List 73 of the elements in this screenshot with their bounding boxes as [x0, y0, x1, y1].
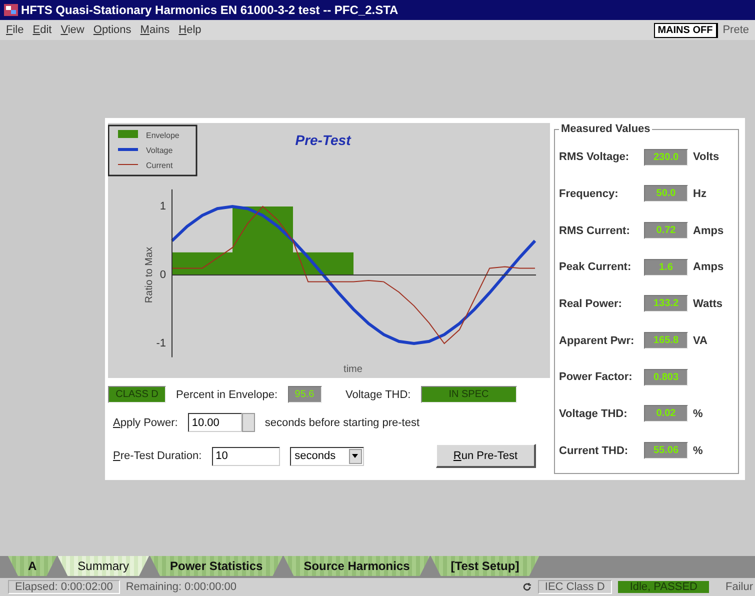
menu-item[interactable]: Options: [93, 24, 132, 36]
measure-value: 0.803: [644, 368, 688, 386]
apply-power-label: Apply Power:: [113, 416, 178, 428]
measure-unit: Amps: [693, 261, 725, 274]
measure-unit: %: [693, 408, 704, 420]
duration-label: Pre-Test Duration:: [113, 450, 202, 462]
tab[interactable]: Power Statistics: [150, 556, 283, 576]
percent-label: Percent in Envelope:: [176, 388, 278, 400]
y-tick-label: 0: [160, 269, 166, 281]
measure-unit: Hz: [693, 188, 708, 200]
y-tick-label: -1: [156, 338, 166, 350]
menu-item[interactable]: Edit: [32, 24, 52, 36]
measure-unit: Amps: [693, 224, 725, 237]
measure-label: Power Factor:: [559, 371, 634, 384]
legend-label: Voltage: [146, 146, 173, 155]
spin-buttons[interactable]: [242, 413, 255, 432]
measure-unit: Volts: [693, 151, 720, 164]
measure-value: 55.06: [644, 442, 688, 460]
class-status: IEC Class D: [538, 580, 612, 594]
apply-power-field[interactable]: 10.00: [188, 413, 242, 432]
tab[interactable]: Summary: [58, 556, 150, 576]
measure-label: RMS Current:: [559, 224, 631, 237]
measure-label: Apparent Pwr:: [559, 334, 636, 347]
measure-unit: Watts: [693, 298, 724, 310]
measure-value: 230.0: [644, 148, 688, 166]
run-pretest-button[interactable]: Run Pre-Test: [436, 444, 536, 468]
failure-status: Failur: [724, 581, 753, 593]
thd-indicator: IN SPEC: [420, 386, 517, 403]
measure-label: Current THD:: [559, 444, 630, 457]
apply-power-suffix: seconds before starting pre-test: [264, 416, 420, 428]
group-title: Measured Values: [560, 123, 652, 135]
measure-value: 50.0: [644, 185, 688, 202]
menu-item[interactable]: View: [60, 24, 84, 36]
remaining-time: Remaining: 0:00:00:00: [126, 581, 237, 593]
y-axis-label: Ratio to Max: [144, 246, 155, 304]
measure-label: Peak Current:: [559, 261, 632, 274]
duration-field[interactable]: 10: [212, 446, 280, 466]
y-tick-label: 1: [160, 200, 166, 212]
measure-unit: %: [693, 444, 704, 457]
dropdown-arrow-icon: [352, 454, 358, 458]
measure-label: RMS Voltage:: [559, 151, 630, 164]
menu-item[interactable]: File: [6, 24, 24, 36]
thd-label: Voltage THD:: [346, 388, 411, 400]
legend-label: Current: [146, 161, 173, 170]
mains-button[interactable]: MAINS OFF: [654, 22, 718, 38]
legend-swatch: [118, 148, 138, 151]
chart-title: Pre-Test: [295, 132, 351, 148]
tab[interactable]: A: [8, 556, 57, 576]
run-state: Idle, PASSED: [618, 581, 710, 593]
tab[interactable]: Source Harmonics: [284, 556, 430, 576]
class-indicator: CLASS D: [108, 386, 166, 403]
legend-swatch: [118, 130, 138, 138]
menu-item[interactable]: Mains: [140, 24, 170, 36]
app-icon: [4, 4, 18, 16]
legend-label: Envelope: [146, 131, 180, 140]
elapsed-time: Elapsed: 0:00:02:00: [8, 580, 120, 594]
measure-label: Real Power:: [559, 298, 623, 310]
measure-value: 0.02: [644, 405, 688, 422]
toolbar-label: Prete: [722, 24, 749, 36]
tab[interactable]: [Test Setup]: [430, 556, 540, 576]
measure-label: Frequency:: [559, 188, 620, 200]
measure-unit: VA: [693, 334, 708, 347]
unit-dropdown[interactable]: seconds: [290, 446, 364, 466]
measure-value: 133.2: [644, 295, 688, 312]
measure-value: 0.72: [644, 222, 688, 240]
measure-value: 1.6: [644, 258, 688, 276]
percent-value: 95.6: [288, 386, 322, 403]
measure-value: 165.8: [644, 332, 688, 350]
window-title: HFTS Quasi-Stationary Harmonics EN 61000-3-2 test -- PFC_2.STA: [21, 3, 398, 17]
x-axis-label: time: [344, 364, 362, 375]
measure-label: Voltage THD:: [559, 408, 628, 420]
refresh-icon: [522, 582, 532, 592]
menu-item[interactable]: Help: [178, 24, 202, 36]
